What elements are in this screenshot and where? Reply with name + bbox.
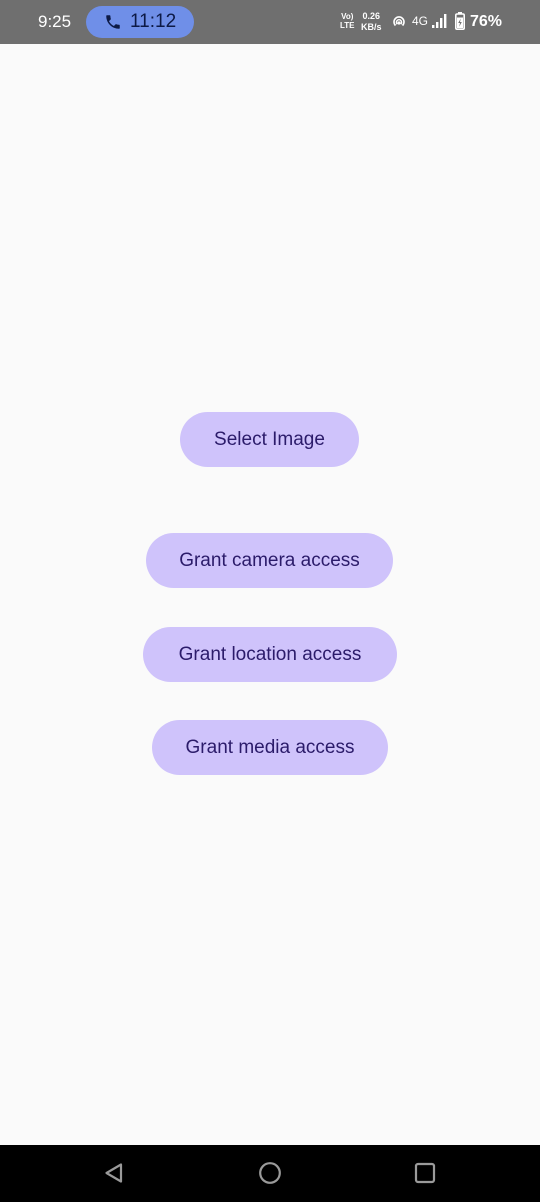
recents-square-icon[interactable] (414, 1162, 436, 1184)
signal-icon (431, 14, 449, 28)
status-time: 9:25 (38, 12, 72, 31)
grant-media-access-button[interactable]: Grant media access (152, 720, 388, 775)
volte-indicator: Vo) LTE (340, 12, 355, 30)
volte-label-top: Vo) (341, 12, 354, 21)
back-triangle-icon[interactable] (102, 1161, 126, 1185)
phone-icon (104, 13, 122, 31)
hotspot-icon (391, 13, 407, 29)
network-type: 4G (412, 14, 429, 28)
grant-camera-access-button[interactable]: Grant camera access (146, 533, 393, 588)
navigation-bar (0, 1145, 540, 1202)
data-speed-value: 0.26 (362, 11, 381, 21)
call-timer: 11:12 (130, 11, 177, 32)
data-speed-indicator: 0.26 KB/s (361, 11, 382, 33)
battery-charging-icon (455, 12, 465, 30)
ongoing-call-chip[interactable]: 11:12 (86, 6, 194, 38)
home-circle-icon[interactable] (258, 1161, 282, 1185)
volte-label-bottom: LTE (340, 21, 355, 30)
status-bar: 9:25 11:12 Vo) LTE 0.26 KB/s 4G 76% (0, 0, 540, 44)
data-speed-unit: KB/s (361, 22, 382, 32)
battery-percent: 76% (470, 13, 503, 30)
select-image-button[interactable]: Select Image (180, 412, 359, 467)
grant-location-access-button[interactable]: Grant location access (143, 627, 397, 682)
